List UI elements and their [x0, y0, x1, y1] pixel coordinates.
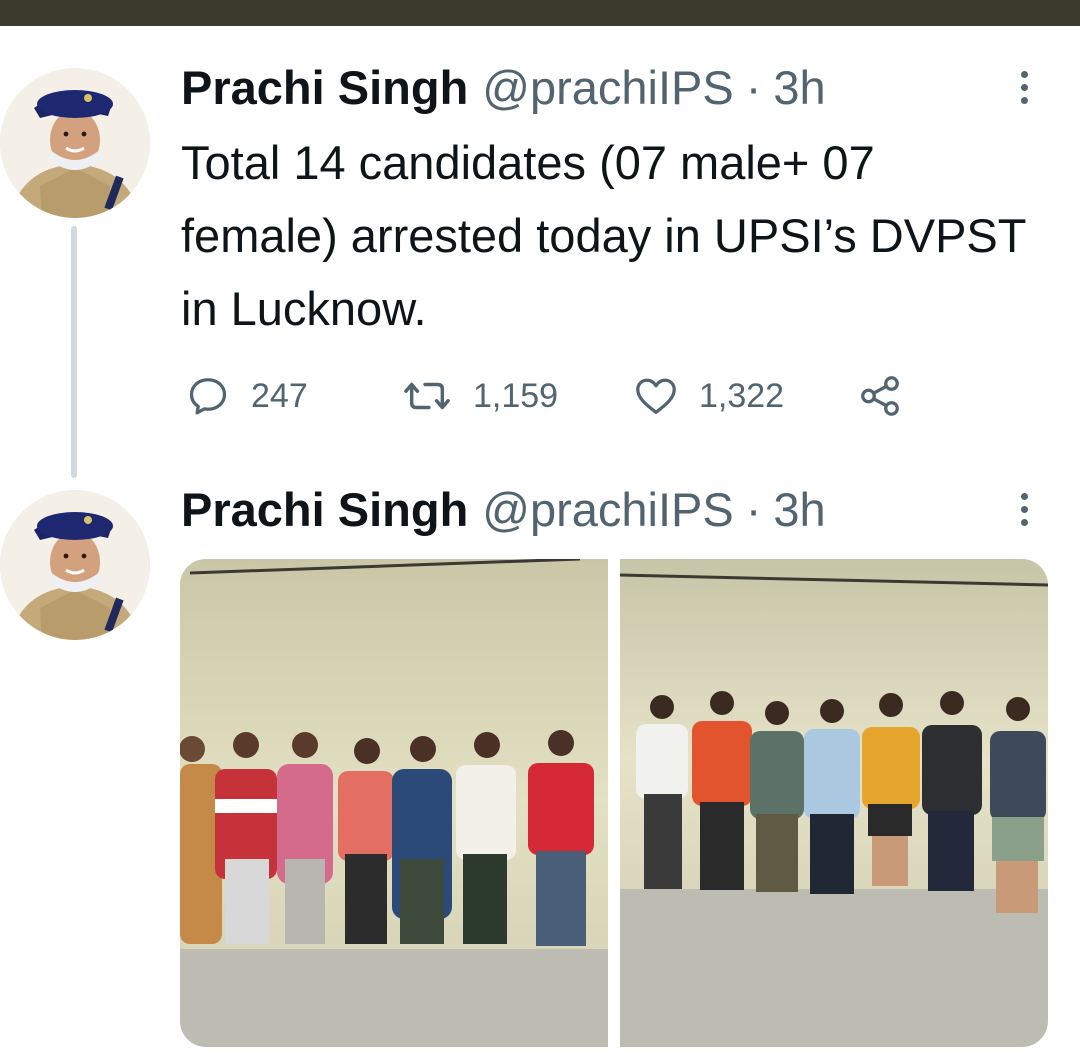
more-options-icon[interactable]: [1010, 484, 1038, 534]
media-photo-male-group[interactable]: [620, 559, 1048, 1047]
media-photo-female-group[interactable]: [180, 559, 608, 1047]
tweet-header: Prachi Singh @prachiIPS · 3h: [181, 480, 826, 540]
retweet-icon: [404, 382, 450, 410]
profile-photo: [0, 490, 150, 640]
thread-connector: [71, 226, 77, 478]
profile-photo: [0, 68, 150, 218]
author-handle[interactable]: @prachiIPS: [482, 58, 733, 118]
author-handle[interactable]: @prachiIPS: [482, 480, 733, 540]
reply-count: 247: [251, 376, 308, 415]
share-button[interactable]: [857, 368, 903, 424]
more-options-icon[interactable]: [1010, 62, 1038, 112]
retweet-button[interactable]: 1,159: [401, 368, 558, 424]
tweet-text: Total 14 candidates (07 male+ 07 female)…: [181, 136, 1026, 335]
group-photo: [180, 559, 608, 1047]
tweet-timestamp[interactable]: 3h: [773, 480, 825, 540]
avatar[interactable]: [0, 490, 150, 640]
avatar[interactable]: [0, 68, 150, 218]
heart-icon: [636, 378, 676, 414]
share-icon: [861, 376, 899, 416]
author-name[interactable]: Prachi Singh: [181, 480, 468, 540]
separator-dot: ·: [745, 483, 762, 536]
author-name[interactable]: Prachi Singh: [181, 58, 468, 118]
group-photo: [620, 559, 1048, 1047]
retweet-count: 1,159: [473, 376, 559, 415]
separator-dot: ·: [745, 61, 762, 114]
tweet-timestamp[interactable]: 3h: [773, 58, 825, 118]
like-button[interactable]: 1,322: [633, 368, 784, 424]
reply-button[interactable]: 247: [185, 368, 308, 424]
tweet-actions: 247 1,159 1,322: [181, 368, 921, 424]
reply-icon: [189, 378, 227, 415]
status-bar: [0, 0, 1080, 26]
tweet-header: Prachi Singh @prachiIPS · 3h: [181, 58, 826, 118]
tweet-media: [180, 559, 1048, 1047]
like-count: 1,322: [699, 376, 785, 415]
